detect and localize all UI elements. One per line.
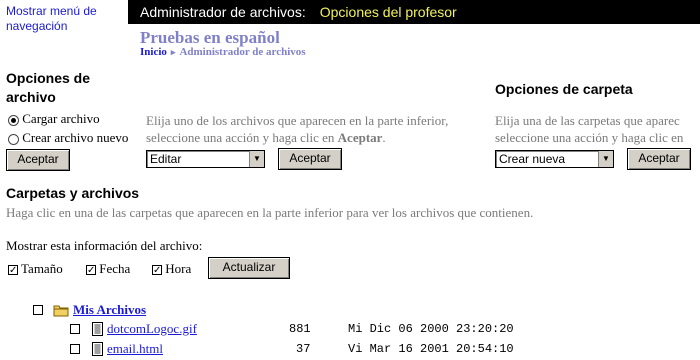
radio-create-label: Crear archivo nuevo — [22, 130, 129, 145]
file-options-help-end: . — [382, 130, 386, 145]
file-action-value: Editar — [150, 152, 182, 166]
update-button[interactable]: Actualizar — [208, 257, 290, 279]
root-folder-row: Mis Archivos — [33, 301, 146, 319]
header-bar: Administrador de archivos: Opciones del p… — [128, 0, 700, 24]
course-title: Pruebas en español — [140, 28, 280, 47]
show-size-checkbox[interactable] — [8, 265, 18, 276]
file-checkbox[interactable] — [70, 324, 80, 335]
folder-options-title: Opciones de carpeta — [495, 81, 633, 97]
folder-options-help-line1: Elija una de las carpetas que aparec — [495, 113, 680, 128]
show-time-checkbox[interactable] — [152, 265, 162, 276]
show-time-label: Hora — [165, 261, 192, 276]
file-options-help-bold: Aceptar — [337, 130, 383, 145]
file-link[interactable]: email.html — [107, 341, 163, 356]
folder-options-help-line2: seleccione una acción y haga clic en — [495, 130, 684, 145]
chevron-down-icon: ▼ — [598, 151, 613, 167]
show-date-label: Fecha — [99, 261, 131, 276]
root-folder-link[interactable]: Mis Archivos — [73, 302, 146, 317]
folder-action-select[interactable]: Crear nueva ▼ — [495, 150, 614, 168]
header-tool-name: Administrador de archivos: — [140, 4, 306, 20]
header-section-name: Opciones del profesor — [319, 4, 457, 20]
show-time-option[interactable]: Hora — [152, 261, 191, 277]
file-row: email.html — [70, 340, 163, 358]
radio-upload-indicator[interactable] — [8, 114, 19, 126]
file-options-help-text: Elija uno de los archivos que aparecen e… — [146, 113, 449, 145]
show-size-label: Tamaño — [21, 261, 63, 276]
file-options-title: Opciones de archivo — [6, 70, 91, 105]
show-navigation-link[interactable]: Mostrar menú de navegación — [6, 4, 124, 34]
file-date: Mi Dic 06 2000 23:20:20 — [348, 322, 514, 336]
breadcrumb: Inicio ▸ Administrador de archivos — [140, 46, 306, 58]
file-action-select[interactable]: Editar ▼ — [146, 150, 265, 168]
document-icon — [92, 322, 103, 337]
file-date: Vi Mar 16 2001 20:54:10 — [348, 342, 514, 356]
folder-action-accept-button[interactable]: Aceptar — [627, 148, 691, 170]
folder-options-help: Elija una de las carpetas que aparec sel… — [495, 112, 700, 146]
show-size-option[interactable]: Tamaño — [8, 261, 63, 277]
folders-files-title: Carpetas y archivos — [6, 185, 140, 201]
folder-icon — [53, 305, 69, 317]
folder-action-value: Crear nueva — [499, 152, 566, 166]
show-info-label: Mostrar esta información del archivo: — [6, 238, 203, 253]
document-icon — [92, 342, 103, 357]
radio-create-indicator[interactable] — [8, 133, 19, 145]
radio-upload-file[interactable]: Cargar archivo — [8, 111, 100, 127]
breadcrumb-home-link[interactable]: Inicio — [140, 46, 167, 58]
root-folder-checkbox[interactable] — [33, 305, 43, 316]
file-size: 37 — [296, 342, 311, 356]
show-date-option[interactable]: Fecha — [86, 261, 130, 277]
file-size: 881 — [289, 322, 311, 336]
chevron-down-icon: ▼ — [249, 151, 264, 167]
file-checkbox[interactable] — [70, 344, 80, 355]
file-row: dotcomLogoc.gif — [70, 320, 197, 338]
folders-files-help: Haga clic en una de las carpetas que apa… — [6, 205, 534, 220]
radio-create-file[interactable]: Crear archivo nuevo — [8, 130, 128, 146]
file-link[interactable]: dotcomLogoc.gif — [107, 321, 197, 336]
show-date-checkbox[interactable] — [86, 265, 96, 276]
file-options-help: Elija uno de los archivos que aparecen e… — [146, 112, 486, 146]
file-action-accept-button[interactable]: Aceptar — [278, 148, 342, 170]
file-option-accept-button[interactable]: Aceptar — [6, 149, 70, 171]
radio-upload-label: Cargar archivo — [22, 111, 100, 126]
breadcrumb-arrow-icon: ▸ — [170, 47, 176, 57]
breadcrumb-current: Administrador de archivos — [179, 46, 306, 58]
